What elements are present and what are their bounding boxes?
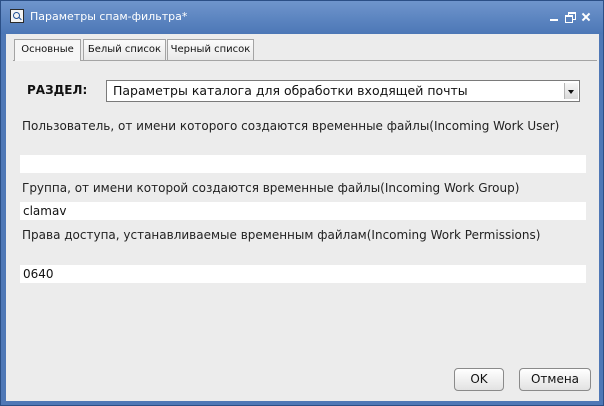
- chevron-down-icon[interactable]: [564, 83, 578, 99]
- incoming-work-user-label: Пользователь, от имени которого создаютс…: [22, 119, 560, 133]
- close-icon[interactable]: [580, 11, 592, 23]
- section-select[interactable]: Параметры каталога для обработки входяще…: [106, 80, 580, 102]
- restore-icon[interactable]: [564, 11, 576, 23]
- incoming-work-group-field[interactable]: clamav: [20, 202, 586, 220]
- cancel-button[interactable]: Отмена: [519, 368, 591, 391]
- search-icon: [10, 9, 24, 23]
- minimize-icon[interactable]: [548, 11, 560, 23]
- tab-whitelist[interactable]: Белый список: [83, 39, 166, 60]
- window-title: Параметры спам-фильтра*: [30, 10, 188, 23]
- title-bar[interactable]: Параметры спам-фильтра*: [1, 1, 603, 34]
- ok-button[interactable]: OK: [454, 368, 504, 391]
- section-select-value: Параметры каталога для обработки входяще…: [113, 83, 468, 98]
- incoming-work-user-field[interactable]: [20, 155, 586, 173]
- dialog-window: Параметры спам-фильтра* Основные Белый с…: [0, 0, 604, 406]
- tab-basic[interactable]: Основные: [14, 39, 81, 61]
- incoming-work-group-label: Группа, от имени которой создаются време…: [22, 181, 520, 195]
- dialog-body: Основные Белый список Черный список РАЗД…: [6, 34, 599, 401]
- tab-blacklist[interactable]: Черный список: [167, 39, 254, 60]
- incoming-work-permissions-field[interactable]: 0640: [20, 265, 586, 283]
- incoming-work-permissions-label: Права доступа, устанавливаемые временным…: [22, 228, 541, 242]
- section-label: РАЗДЕЛ:: [27, 83, 88, 97]
